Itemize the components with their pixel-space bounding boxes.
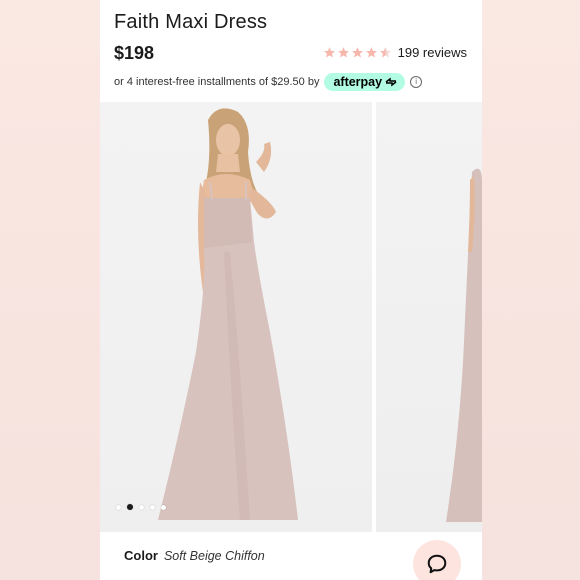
background-right [482, 0, 580, 580]
color-value: Soft Beige Chiffon [163, 549, 265, 563]
gallery-dot[interactable] [150, 504, 155, 510]
gallery-dot[interactable] [116, 504, 121, 510]
product-page: Faith Maxi Dress $198 199 reviews or 4 i… [100, 0, 482, 580]
star-half-icon [379, 47, 391, 58]
chat-bubble-icon [427, 554, 447, 574]
star-icon [351, 47, 363, 58]
chat-button[interactable] [413, 540, 461, 580]
gallery-dot-active[interactable] [127, 504, 133, 510]
color-label: Color [124, 548, 158, 563]
product-header: Faith Maxi Dress $198 199 reviews or 4 i… [100, 0, 482, 102]
color-selector: Color Soft Beige Chiffon [124, 548, 265, 563]
product-photo-main[interactable] [100, 102, 372, 532]
info-icon[interactable]: i [410, 76, 423, 88]
gallery-pagination [116, 504, 166, 510]
afterpay-label: afterpay [333, 75, 383, 89]
afterpay-loop-icon [385, 77, 397, 87]
rating-summary[interactable]: 199 reviews [323, 45, 467, 60]
background-left [0, 0, 100, 580]
star-icon [365, 47, 377, 58]
installments-text: or 4 interest-free installments of $29.5… [114, 76, 320, 88]
product-gallery[interactable] [100, 102, 482, 532]
afterpay-badge[interactable]: afterpay [324, 73, 406, 91]
model-dress-image [158, 108, 298, 520]
star-icon [323, 47, 335, 58]
installments-row: or 4 interest-free installments of $29.5… [114, 73, 423, 91]
model-dress-image-next [446, 168, 482, 522]
reviews-link[interactable]: 199 reviews [398, 45, 467, 60]
gallery-dot[interactable] [139, 504, 144, 510]
product-price: $198 [114, 43, 155, 63]
gallery-dot[interactable] [161, 504, 166, 510]
product-photo-next[interactable] [376, 102, 482, 532]
star-icon [337, 47, 349, 58]
product-title: Faith Maxi Dress [114, 11, 268, 33]
star-rating [323, 46, 392, 59]
